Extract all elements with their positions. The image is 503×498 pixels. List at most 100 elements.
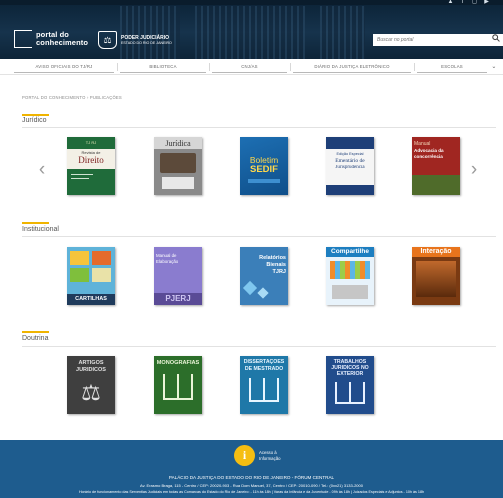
book-cover-band — [412, 175, 460, 195]
book-label: Relatórios — [259, 255, 286, 261]
book-cover-tile — [92, 251, 111, 265]
book-label: Bienais — [266, 262, 286, 268]
nav-item-cnjas[interactable]: CNJ/AS — [212, 63, 287, 71]
section-title-institucional: Institucional — [22, 226, 59, 233]
youtube-icon[interactable]: ▶ — [482, 0, 491, 5]
header-top-strip — [0, 0, 503, 5]
book-label: concorrência — [414, 154, 443, 159]
open-book-spine — [263, 378, 265, 402]
search-icon[interactable] — [490, 34, 501, 46]
logo-line-2: conhecimento — [36, 38, 89, 47]
book-cover-photo — [160, 153, 196, 173]
book-cover-rule — [71, 178, 89, 179]
book-cover-band — [326, 137, 374, 149]
book-label: DE MESTRADO — [244, 366, 284, 372]
instagram-icon[interactable]: ◻ — [470, 0, 479, 5]
header-background-building — [320, 6, 365, 59]
book-cover-photo — [332, 285, 368, 299]
book-cover-rule — [71, 174, 93, 175]
search-input[interactable] — [377, 35, 487, 45]
header-background-building — [195, 6, 305, 59]
open-book-spine — [177, 374, 179, 400]
book-cover-photo — [416, 261, 456, 297]
book-label: Interação — [420, 248, 452, 255]
acesso-line-2: Informação — [259, 456, 281, 461]
nav-item-avisos[interactable]: AVISO OFICIAIS DO TJ/RJ — [14, 63, 114, 71]
section-title-doutrina: Doutrina — [22, 335, 49, 342]
poder-judiciario-logo[interactable]: ⚖ PODER JUDICIÁRIO ESTADO DO RIO DE JANE… — [98, 31, 173, 49]
court-emblem-icon: ⚖ — [98, 31, 117, 49]
book-label: CARTILHAS — [75, 296, 107, 302]
nav-underline — [212, 72, 287, 73]
logo-frame-icon — [14, 30, 32, 48]
book-label: Manual de — [156, 253, 177, 258]
book-artigos-juridicos[interactable]: ARTIGOS JURÍDICOS ⚖ — [67, 356, 115, 414]
book-label: SEDIF — [250, 164, 278, 175]
book-label: Elaboração — [156, 259, 179, 264]
book-revista-direito[interactable]: TJ RJ Revista de Direito — [67, 137, 115, 195]
main-nav: AVISO OFICIAIS DO TJ/RJ BIBLIOTECA CNJ/A… — [0, 59, 503, 75]
book-label: PJERJ — [165, 294, 191, 303]
book-label: Jurídica — [165, 139, 191, 148]
book-cover-tile — [70, 251, 89, 265]
site-header: ▲ f ◻ ▶ portal do conhecimento ⚖ PODER J… — [0, 0, 503, 59]
nav-divider — [414, 63, 415, 71]
book-trabalhos-exterior[interactable]: TRABALHOS JURÍDICOS NO EXTERIOR — [326, 356, 374, 414]
nav-underline — [417, 72, 487, 73]
book-boletim-sedif[interactable]: Boletim SEDIF — [240, 137, 288, 195]
section-divider — [22, 236, 496, 237]
book-label: TJ RJ — [85, 140, 97, 145]
section-accent-bar — [22, 222, 49, 224]
footer-address: Av. Erasmo Braga, 115 - Centro / CEP: 20… — [140, 483, 363, 488]
nav-underline — [293, 72, 411, 73]
book-dissertacoes-mestrado[interactable]: DISSERTAÇÕES DE MESTRADO — [240, 356, 288, 414]
book-label: JURÍDICOS — [76, 367, 106, 373]
footer-hours: Horário de funcionamento das Serventias … — [78, 490, 425, 494]
search-box — [373, 34, 503, 46]
book-interacao[interactable]: Interação — [412, 247, 460, 305]
book-juridica[interactable]: Jurídica — [154, 137, 202, 195]
acesso-informacao-link[interactable]: i Acesso à Informação — [234, 445, 294, 467]
book-label: Ementário de — [335, 158, 365, 164]
twitter-icon[interactable]: ▲ — [446, 0, 455, 5]
book-monografias[interactable]: MONOGRAFIAS — [154, 356, 202, 414]
book-label: ARTIGOS — [78, 360, 104, 366]
footer-address-title: PALÁCIO DA JUSTIÇA DO ESTADO DO RIO DE J… — [168, 475, 335, 480]
book-ementario[interactable]: Edição Especial Ementário de Jurisprudên… — [326, 137, 374, 195]
nav-underline — [120, 72, 206, 73]
nav-divider — [290, 63, 291, 71]
book-relatorios-bienais[interactable]: Relatórios Bienais TJRJ — [240, 247, 288, 305]
chevron-right-icon[interactable]: › — [468, 160, 480, 180]
book-cover-tile — [70, 268, 89, 282]
scales-icon: ⚖ — [81, 380, 101, 405]
nav-item-biblioteca[interactable]: BIBLIOTECA — [120, 63, 206, 71]
book-label: TJRJ — [272, 269, 286, 275]
book-label: Manual — [414, 141, 431, 147]
nav-underline — [14, 72, 114, 73]
nav-divider — [209, 63, 210, 71]
book-manual-pjerj[interactable]: Manual de Elaboração PJERJ — [154, 247, 202, 305]
book-cover-tile — [92, 268, 111, 282]
book-compartilhe[interactable]: Compartilhe — [326, 247, 374, 305]
book-label: MONOGRAFIAS — [156, 360, 200, 366]
section-divider — [22, 346, 496, 347]
pj-subtitle: ESTADO DO RIO DE JANEIRO — [121, 41, 172, 45]
facebook-icon[interactable]: f — [458, 0, 467, 5]
book-label: DISSERTAÇÕES — [243, 359, 285, 365]
portal-logo[interactable]: portal do conhecimento — [14, 30, 88, 48]
book-label: Direito — [78, 155, 104, 165]
book-cover-shape — [242, 280, 258, 296]
book-cover-shape — [257, 287, 269, 299]
section-divider — [22, 127, 496, 128]
chevron-left-icon[interactable]: ‹ — [36, 160, 48, 180]
book-cover-text-block — [162, 177, 194, 189]
book-cartilhas[interactable]: CARTILHAS — [67, 247, 115, 305]
book-label: Edição Especial — [336, 152, 364, 156]
open-book-spine — [349, 382, 351, 404]
nav-divider — [117, 63, 118, 71]
nav-item-diario[interactable]: DIÁRIO DA JUSTIÇA ELETRÔNICO — [293, 63, 411, 71]
nav-item-escolas[interactable]: ESCOLAS — [417, 63, 487, 71]
chevron-down-icon[interactable]: ⌄ — [489, 63, 499, 71]
section-title-juridico: Jurídico — [22, 117, 47, 124]
book-advocacia-concorrencia[interactable]: Manual Advocacia da concorrência — [412, 137, 460, 195]
